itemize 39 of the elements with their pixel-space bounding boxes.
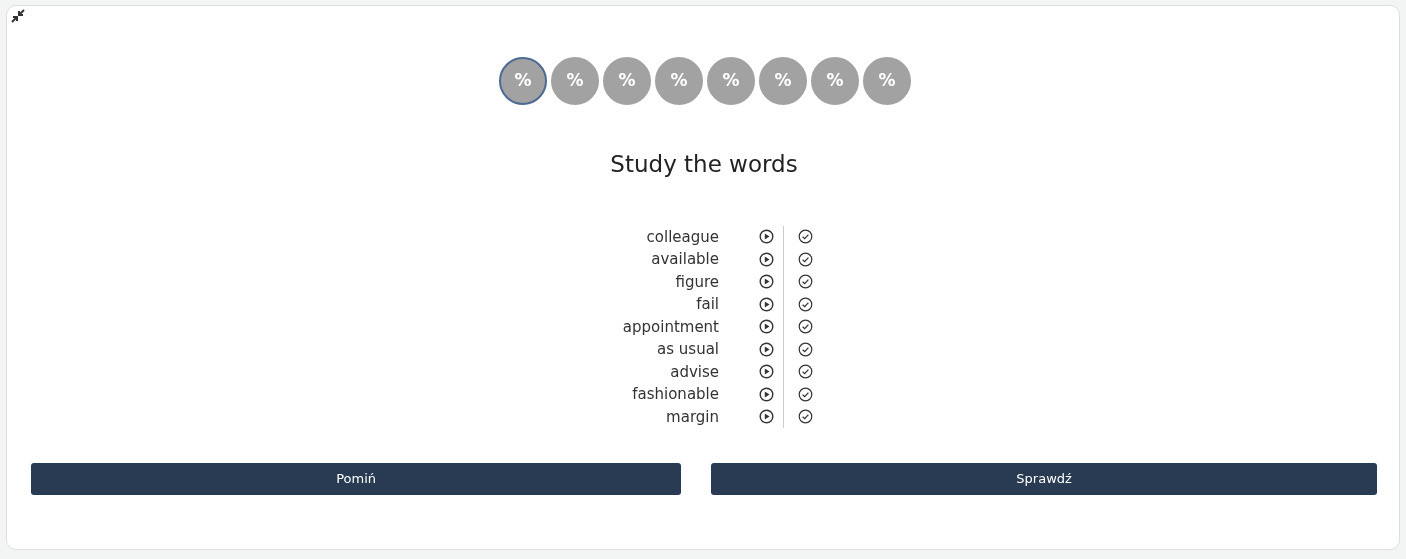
play-icon[interactable] [759,409,774,425]
play-icon[interactable] [759,229,774,245]
word: colleague [645,226,719,248]
check-circle-icon[interactable] [798,251,813,267]
step-circle[interactable]: % [655,57,703,105]
step-circle[interactable]: % [551,57,599,105]
word: as usual [656,339,719,361]
check-circle-icon[interactable] [798,386,813,402]
collapse-icon[interactable] [11,9,25,23]
play-icon[interactable] [759,251,774,267]
word: margin [665,406,719,428]
play-icon[interactable] [759,341,774,357]
action-button[interactable]: Sprawdź [711,463,1377,496]
check-circle-icon[interactable] [798,364,813,380]
step-circle[interactable]: % [759,57,807,105]
check-circle-icon[interactable] [798,274,813,290]
word: figure [674,271,719,293]
check-circle-icon[interactable] [798,296,813,312]
action-button[interactable]: Pomiń [31,463,682,496]
step-circle[interactable]: % [863,57,911,105]
check-circle-icon[interactable] [798,341,813,357]
word: available [650,249,719,271]
play-icon[interactable] [759,319,774,335]
play-icon[interactable] [759,296,774,312]
play-icon[interactable] [759,364,774,380]
word: advise [669,361,719,383]
word: fashionable [631,384,719,406]
step-circle[interactable]: % [707,57,755,105]
play-icon[interactable] [759,274,774,290]
check-circle-icon[interactable] [798,229,813,245]
heading: Study the words [610,151,798,179]
step-circle[interactable]: % [603,57,651,105]
word: appointment [621,316,719,338]
step-circle[interactable]: % [499,57,547,105]
word: fail [695,294,719,316]
play-icon[interactable] [759,386,774,402]
check-circle-icon[interactable] [798,319,813,335]
check-circle-icon[interactable] [798,409,813,425]
step-circle[interactable]: % [811,57,859,105]
